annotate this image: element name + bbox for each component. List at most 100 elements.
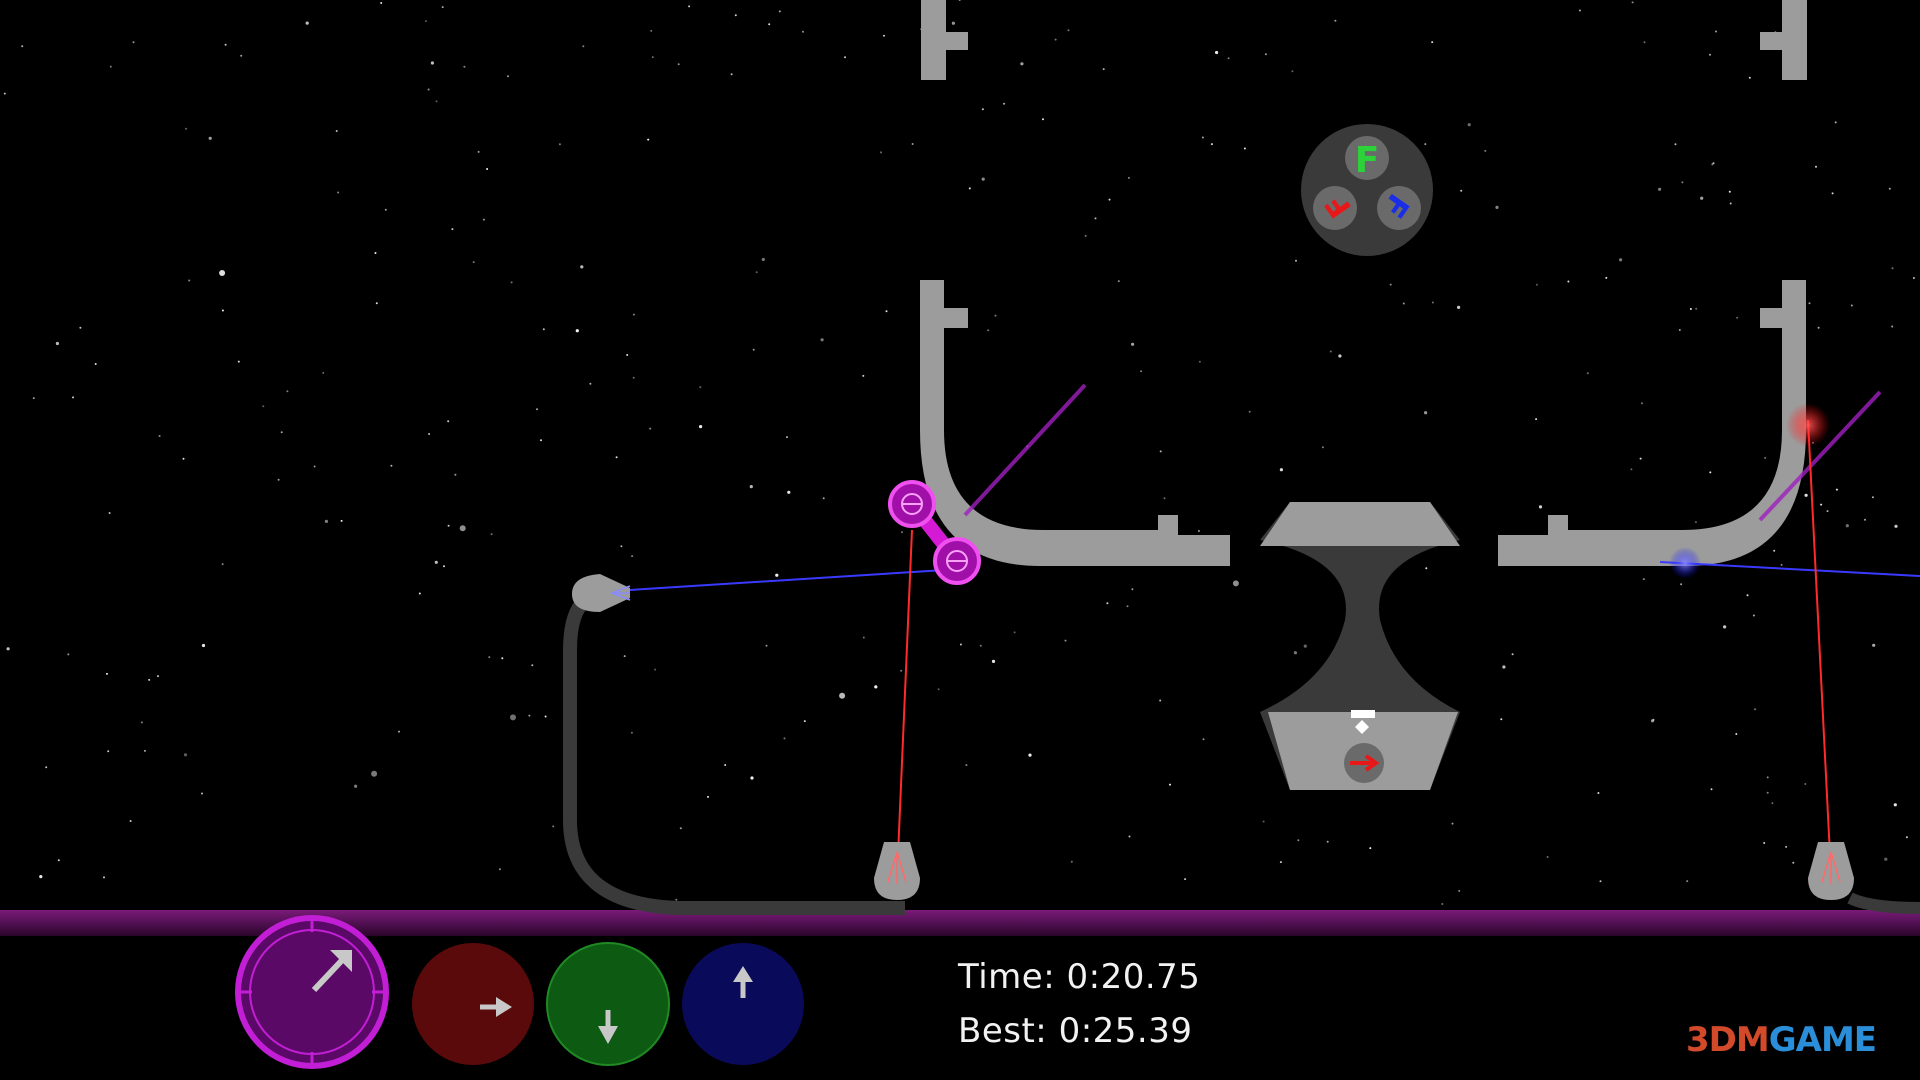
star	[724, 764, 727, 766]
star	[582, 45, 585, 48]
star	[335, 130, 338, 132]
star	[1131, 588, 1134, 591]
star	[1495, 205, 1499, 209]
star	[901, 531, 903, 534]
star	[1326, 840, 1329, 843]
star	[1295, 259, 1297, 262]
star	[280, 431, 283, 434]
star	[1293, 651, 1297, 655]
red-dial[interactable]	[412, 943, 534, 1065]
star	[103, 876, 105, 879]
star	[1599, 880, 1602, 883]
star	[707, 795, 709, 798]
star	[1894, 524, 1898, 528]
star	[1451, 822, 1454, 825]
best-label: Best:	[958, 1011, 1048, 1051]
star	[286, 390, 289, 393]
star	[109, 65, 112, 68]
star	[883, 34, 885, 37]
star	[1262, 820, 1265, 823]
star	[575, 329, 579, 333]
star	[552, 825, 555, 828]
star	[1715, 30, 1717, 33]
star	[968, 187, 971, 190]
star	[750, 776, 754, 780]
star	[1728, 190, 1731, 193]
star	[1804, 783, 1807, 785]
green-dial[interactable]	[546, 942, 670, 1066]
star	[1835, 488, 1838, 491]
star	[447, 524, 450, 527]
star	[1431, 41, 1434, 44]
star	[224, 43, 227, 46]
star	[558, 143, 561, 146]
time-label: Time:	[958, 957, 1056, 997]
star	[1159, 450, 1162, 453]
star	[427, 88, 430, 91]
star	[820, 338, 824, 342]
star	[1215, 50, 1219, 55]
star	[418, 592, 421, 595]
star	[1639, 457, 1642, 460]
star	[1771, 802, 1774, 805]
star	[1402, 302, 1405, 305]
star	[1535, 418, 1538, 421]
star	[72, 396, 74, 399]
star	[240, 54, 243, 57]
star	[1467, 123, 1471, 127]
star	[337, 191, 340, 194]
watermark-part2: GAME	[1768, 1020, 1877, 1060]
star	[488, 656, 491, 659]
star	[699, 386, 702, 389]
star	[1845, 524, 1849, 528]
star	[132, 41, 135, 44]
star	[425, 20, 427, 23]
best-value: 0:25.39	[1058, 1011, 1193, 1051]
star	[1578, 9, 1581, 12]
star	[1792, 861, 1795, 864]
star	[140, 721, 143, 724]
star	[143, 749, 146, 752]
star	[839, 692, 846, 699]
star	[1619, 258, 1623, 262]
star	[761, 257, 765, 262]
star	[1169, 783, 1171, 786]
star	[632, 376, 635, 379]
star	[129, 820, 132, 822]
star	[768, 23, 771, 26]
blue-dial[interactable]	[682, 943, 804, 1065]
star	[390, 464, 393, 467]
star	[305, 21, 309, 25]
gravity-selector[interactable]: F F F	[1301, 124, 1433, 256]
star	[380, 2, 383, 4]
star	[540, 439, 542, 442]
star	[654, 668, 657, 671]
star	[677, 63, 680, 66]
star	[1297, 839, 1300, 842]
star	[987, 329, 990, 332]
star	[1820, 503, 1823, 506]
star	[1694, 521, 1697, 524]
star	[1748, 76, 1751, 79]
star	[55, 341, 60, 346]
star	[1652, 718, 1655, 721]
star	[1264, 53, 1267, 56]
star	[1709, 53, 1711, 56]
star	[1686, 880, 1689, 883]
star	[94, 363, 97, 365]
star	[1735, 733, 1738, 735]
star	[1248, 410, 1251, 413]
star	[1888, 187, 1891, 190]
star	[501, 657, 504, 660]
star	[1201, 136, 1204, 139]
star	[802, 30, 804, 33]
time-readout: Time: 0:20.75	[958, 957, 1200, 997]
star	[1064, 639, 1067, 642]
star	[1597, 792, 1600, 794]
star	[510, 281, 513, 284]
star	[1804, 493, 1808, 497]
arrow-switch-icon[interactable]	[1344, 743, 1384, 783]
star	[1424, 411, 1428, 415]
purple-dial[interactable]	[235, 915, 389, 1069]
star	[477, 150, 480, 153]
